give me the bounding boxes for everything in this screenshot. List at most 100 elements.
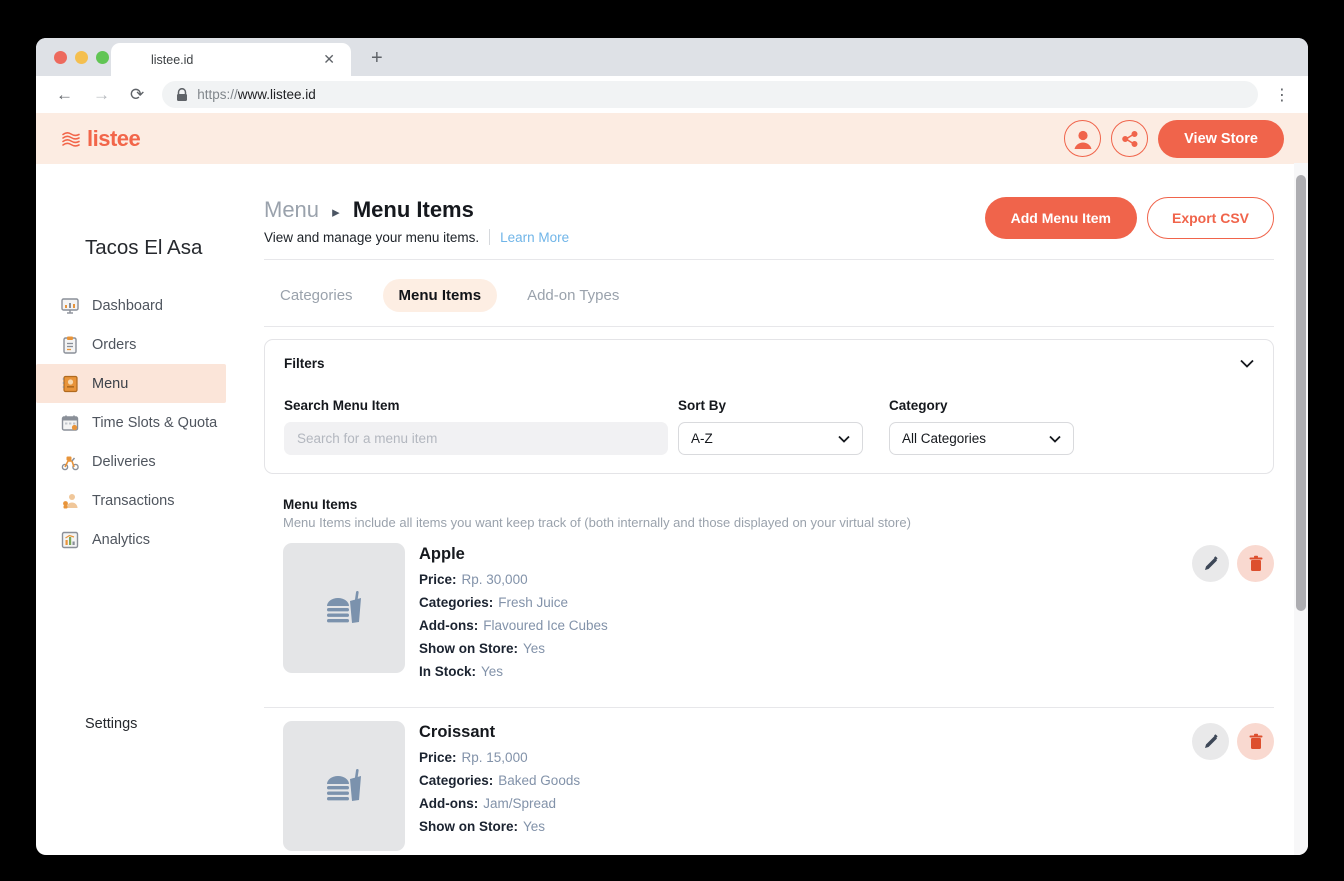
tab-categories[interactable]: Categories bbox=[264, 279, 369, 312]
item-name: Apple bbox=[419, 545, 465, 563]
edit-item-button[interactable] bbox=[1192, 723, 1229, 760]
sidebar-item-orders[interactable]: Orders bbox=[36, 325, 226, 364]
sidebar-item-label: Analytics bbox=[92, 531, 151, 548]
transactions-icon bbox=[60, 491, 80, 511]
divider bbox=[264, 707, 1274, 708]
browser-toolbar: ← → ⟳ https://www.listee.id ⋮ bbox=[36, 76, 1308, 113]
row-label: Price: bbox=[419, 750, 457, 765]
row-label: Add-ons: bbox=[419, 796, 479, 811]
sidebar-item-label: Orders bbox=[92, 336, 137, 353]
row-label: In Stock: bbox=[419, 664, 477, 679]
row-label: Show on Store: bbox=[419, 819, 518, 834]
url-host: www.listee.id bbox=[237, 86, 316, 102]
food-placeholder-icon bbox=[327, 769, 361, 801]
new-tab-button[interactable]: + bbox=[365, 47, 389, 70]
category-value: All Categories bbox=[902, 431, 987, 446]
sidebar-item-analytics[interactable]: Analytics bbox=[36, 520, 226, 559]
sidebar: Tacos El Asa Dashboard Orders Menu Time … bbox=[36, 164, 264, 855]
scrollbar-thumb[interactable] bbox=[1296, 175, 1306, 611]
row-value: Baked Goods bbox=[498, 773, 581, 788]
row-value: Fresh Juice bbox=[498, 595, 569, 610]
row-value: Yes bbox=[523, 641, 546, 656]
sidebar-item-dashboard[interactable]: Dashboard bbox=[36, 286, 226, 325]
scrollbar-track[interactable] bbox=[1294, 163, 1308, 855]
analytics-icon bbox=[60, 530, 80, 550]
orders-icon bbox=[60, 335, 80, 355]
divider bbox=[264, 259, 1274, 260]
item-image-placeholder bbox=[283, 721, 405, 851]
maximize-window-button[interactable] bbox=[96, 51, 109, 64]
tab-addon-types[interactable]: Add-on Types bbox=[511, 279, 635, 312]
trash-icon bbox=[1249, 555, 1262, 571]
subtitle-divider bbox=[489, 229, 491, 245]
sidebar-item-time-slots[interactable]: Time Slots & Quota bbox=[36, 403, 226, 442]
learn-more-link[interactable]: Learn More bbox=[500, 230, 569, 245]
close-window-button[interactable] bbox=[54, 51, 67, 64]
menu-item-apple: Apple Price: Rp. 30,000 Categories: Fresh … bbox=[264, 543, 1274, 679]
share-icon bbox=[1121, 130, 1138, 147]
sidebar-item-deliveries[interactable]: Deliveries bbox=[36, 442, 226, 481]
browser-window: listee.id ✕ + ← → ⟳ https://www.listee.i… bbox=[36, 38, 1308, 855]
menu-item-croissant: Croissant Price: Rp. 15,000 Categories: Ba… bbox=[264, 721, 1274, 851]
category-label: Category bbox=[889, 398, 948, 413]
row-label: Show on Store: bbox=[419, 641, 518, 656]
search-menu-item-input[interactable] bbox=[284, 422, 668, 455]
share-button[interactable] bbox=[1111, 120, 1149, 157]
forward-icon[interactable]: → bbox=[85, 83, 118, 107]
sidebar-item-label: Deliveries bbox=[92, 453, 156, 470]
sidebar-item-label: Time Slots & Quota bbox=[92, 414, 218, 431]
category-select[interactable]: All Categories bbox=[889, 422, 1074, 455]
divider bbox=[264, 326, 1274, 327]
app-header: listee View Store bbox=[36, 113, 1308, 164]
item-name: Croissant bbox=[419, 723, 496, 741]
menu-book-icon bbox=[60, 374, 80, 394]
tab-menu-items[interactable]: Menu Items bbox=[382, 279, 498, 312]
sidebar-item-settings[interactable]: Settings bbox=[36, 716, 264, 732]
edit-item-button[interactable] bbox=[1192, 545, 1229, 582]
pencil-icon bbox=[1204, 555, 1217, 570]
sidebar-item-transactions[interactable]: Transactions bbox=[36, 481, 226, 520]
close-tab-icon[interactable]: ✕ bbox=[319, 49, 339, 70]
delete-item-button[interactable] bbox=[1237, 723, 1274, 760]
profile-button[interactable] bbox=[1064, 120, 1102, 157]
page-subtitle: View and manage your menu items. bbox=[264, 229, 480, 245]
row-value: Flavoured Ice Cubes bbox=[483, 618, 608, 633]
section-tabs: Categories Menu Items Add-on Types bbox=[264, 279, 1274, 312]
layers-icon bbox=[62, 131, 80, 147]
back-icon[interactable]: ← bbox=[48, 83, 81, 107]
item-image-placeholder bbox=[283, 543, 405, 673]
view-store-button[interactable]: View Store bbox=[1158, 119, 1284, 158]
sidebar-item-menu[interactable]: Menu bbox=[36, 364, 226, 403]
chevron-down-icon[interactable] bbox=[1240, 359, 1254, 368]
list-heading: Menu Items bbox=[283, 497, 358, 512]
browser-tab-bar: listee.id ✕ + bbox=[36, 38, 1308, 76]
scooter-icon bbox=[60, 452, 80, 472]
sort-by-select[interactable]: A-Z bbox=[678, 422, 863, 455]
url-protocol: https:// bbox=[197, 86, 238, 102]
listee-logo[interactable]: listee bbox=[60, 126, 141, 152]
reload-icon[interactable]: ⟳ bbox=[122, 83, 152, 107]
browser-tab[interactable]: listee.id ✕ bbox=[111, 43, 351, 76]
sort-by-value: A-Z bbox=[691, 431, 713, 446]
calendar-icon bbox=[60, 413, 80, 433]
search-label: Search Menu Item bbox=[284, 398, 400, 413]
main-content: Menu ▸ Menu Items View and manage your m… bbox=[264, 164, 1308, 855]
add-menu-item-button[interactable]: Add Menu Item bbox=[984, 197, 1137, 239]
row-value: Yes bbox=[523, 819, 546, 834]
row-value: Yes bbox=[481, 664, 504, 679]
row-value: Rp. 15,000 bbox=[461, 750, 528, 765]
minimize-window-button[interactable] bbox=[75, 51, 88, 64]
store-name: Tacos El Asa bbox=[85, 236, 203, 259]
food-placeholder-icon bbox=[327, 591, 361, 623]
address-bar[interactable]: https://www.listee.id bbox=[162, 81, 1258, 108]
list-description: Menu Items include all items you want ke… bbox=[283, 515, 911, 530]
delete-item-button[interactable] bbox=[1237, 545, 1274, 582]
browser-menu-icon[interactable]: ⋮ bbox=[1268, 85, 1296, 105]
export-csv-button[interactable]: Export CSV bbox=[1146, 197, 1274, 239]
trash-icon bbox=[1249, 733, 1262, 749]
breadcrumb-arrow-icon: ▸ bbox=[332, 204, 340, 221]
filters-panel: Filters Search Menu Item Sort By A-Z bbox=[264, 339, 1274, 474]
row-value: Jam/Spread bbox=[483, 796, 557, 811]
breadcrumb-parent[interactable]: Menu bbox=[264, 197, 319, 222]
row-label: Categories: bbox=[419, 595, 494, 610]
